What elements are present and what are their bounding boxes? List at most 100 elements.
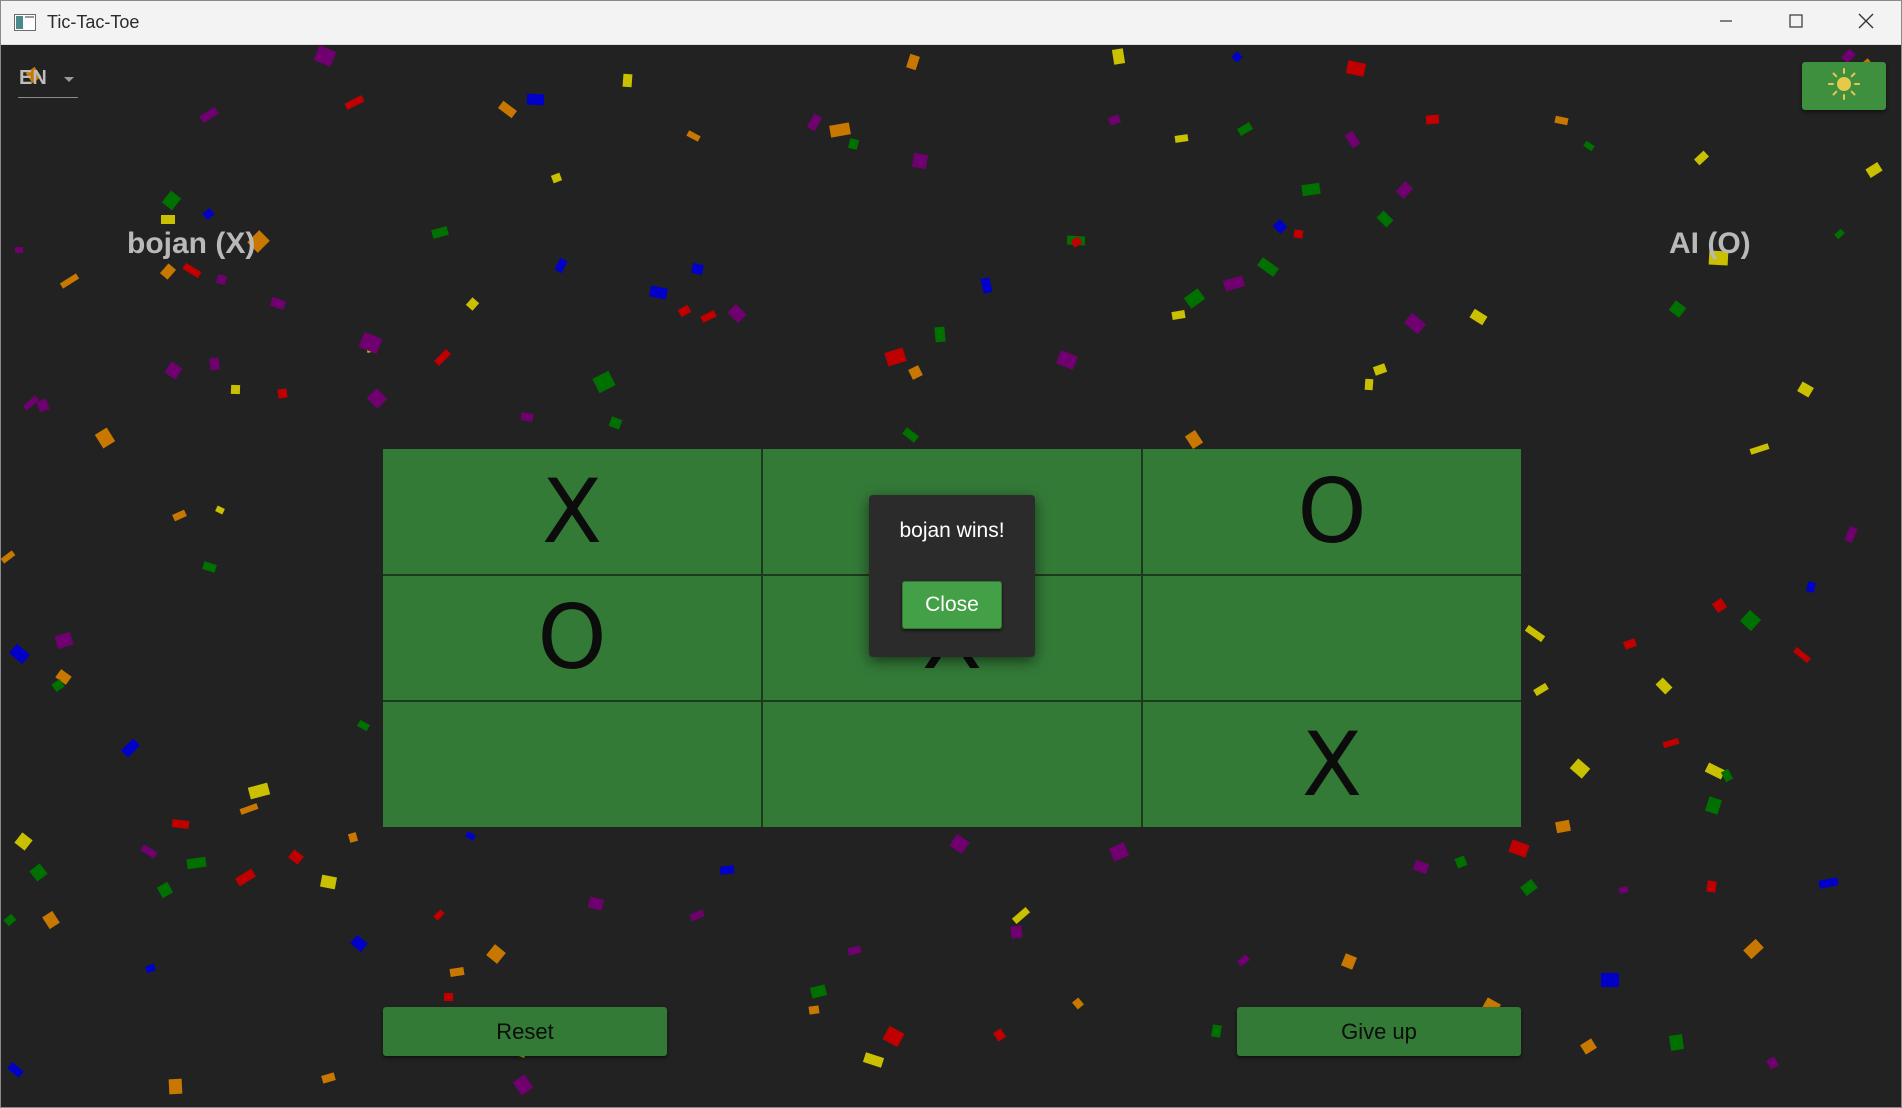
confetti-piece [465, 297, 480, 311]
confetti-piece [168, 1078, 183, 1095]
confetti-piece [554, 257, 568, 274]
confetti-piece [145, 963, 156, 974]
confetti-piece [202, 561, 217, 573]
confetti-piece [209, 357, 220, 371]
confetti-piece [94, 427, 116, 449]
confetti-piece [164, 361, 183, 380]
confetti-piece [357, 719, 370, 732]
confetti-piece [1533, 682, 1549, 697]
game-area: EN bojan (X) AI (O) X O O X bojan wins! … [1, 45, 1901, 1107]
confetti-piece [1272, 219, 1288, 234]
confetti-piece [182, 262, 202, 279]
confetti-piece [347, 832, 359, 843]
confetti-piece [14, 246, 24, 254]
confetti-piece [3, 913, 17, 927]
minimize-icon [1719, 14, 1733, 33]
close-button[interactable] [1831, 1, 1901, 45]
confetti-piece [171, 818, 190, 830]
confetti-piece [1111, 48, 1126, 65]
confetti-piece [366, 388, 388, 409]
confetti-piece [54, 631, 74, 650]
confetti-piece [1805, 581, 1817, 593]
confetti-piece [512, 1074, 534, 1096]
confetti-piece [1706, 880, 1717, 893]
confetti-piece [1211, 1024, 1222, 1038]
confetti-piece [313, 45, 337, 67]
board-cell[interactable]: O [383, 575, 761, 701]
board-cell[interactable] [1143, 575, 1521, 701]
confetti-piece [1171, 310, 1186, 320]
confetti-piece [808, 1005, 820, 1015]
board-cell[interactable]: X [1143, 702, 1521, 827]
confetti-piece [691, 262, 704, 276]
app-window: Tic-Tac-Toe EN bojan (X) AI (O) X O O X … [0, 0, 1902, 1108]
board-cell[interactable]: O [1143, 449, 1521, 574]
confetti-piece [1555, 819, 1571, 834]
confetti-piece [344, 95, 365, 110]
confetti-piece [1425, 114, 1440, 125]
confetti-piece [1524, 624, 1546, 643]
confetti-piece [29, 863, 48, 882]
maximize-button[interactable] [1761, 1, 1831, 45]
app-icon [14, 14, 36, 31]
confetti-piece [1580, 1038, 1597, 1055]
board-cell[interactable]: X [383, 449, 761, 574]
dialog-close-button[interactable]: Close [902, 581, 1002, 629]
confetti-piece [319, 874, 338, 890]
confetti-piece [587, 896, 605, 911]
confetti-piece [1520, 878, 1538, 897]
board-cell[interactable] [383, 702, 761, 827]
confetti-piece [199, 106, 219, 124]
confetti-piece [120, 738, 141, 758]
confetti-piece [172, 509, 187, 522]
confetti-piece [1818, 877, 1839, 889]
confetti-piece [215, 505, 225, 515]
confetti-piece [526, 93, 545, 106]
confetti-piece [1184, 429, 1204, 450]
confetti-piece [1364, 378, 1374, 391]
confetti-piece [1720, 768, 1734, 783]
confetti-piece [908, 365, 923, 380]
confetti-piece [239, 803, 259, 815]
confetti-piece [498, 100, 517, 119]
confetti-piece [608, 416, 623, 430]
confetti-piece [622, 73, 633, 88]
confetti-piece [433, 909, 445, 921]
sun-icon [1827, 67, 1861, 106]
player-x-label: bojan (X) [127, 227, 256, 260]
confetti-piece [159, 263, 177, 280]
reset-button[interactable]: Reset [383, 1007, 667, 1056]
confetti-piece [1256, 257, 1280, 277]
confetti-piece [1395, 181, 1414, 199]
confetti-piece [1655, 677, 1673, 695]
confetti-piece [862, 1052, 885, 1068]
chevron-down-icon [64, 77, 74, 82]
confetti-piece [727, 303, 747, 324]
board-cell[interactable] [763, 702, 1141, 827]
confetti-piece [1403, 312, 1427, 335]
confetti-piece [1222, 275, 1246, 292]
confetti-piece [520, 412, 534, 422]
confetti-piece [1662, 737, 1680, 749]
confetti-piece [906, 53, 920, 71]
language-select[interactable]: EN [18, 63, 78, 98]
confetti-piece [9, 643, 30, 665]
confetti-piece [269, 296, 287, 311]
confetti-piece [1749, 443, 1770, 455]
confetti-piece [1174, 134, 1189, 143]
confetti-piece [882, 1025, 905, 1048]
confetti-piece [1344, 130, 1361, 149]
confetti-piece [1469, 308, 1488, 326]
title-bar[interactable]: Tic-Tac-Toe [1, 1, 1901, 45]
confetti-piece [1293, 229, 1304, 239]
confetti-piece [934, 326, 946, 343]
confetti-piece [1583, 140, 1595, 152]
confetti-piece [42, 910, 60, 930]
confetti-piece [1739, 609, 1762, 632]
give-up-button[interactable]: Give up [1237, 1007, 1521, 1056]
minimize-button[interactable] [1691, 1, 1761, 45]
theme-toggle-button[interactable] [1802, 62, 1886, 110]
confetti-piece [59, 273, 80, 289]
language-value: EN [19, 67, 47, 89]
window-title: Tic-Tac-Toe [47, 12, 140, 32]
